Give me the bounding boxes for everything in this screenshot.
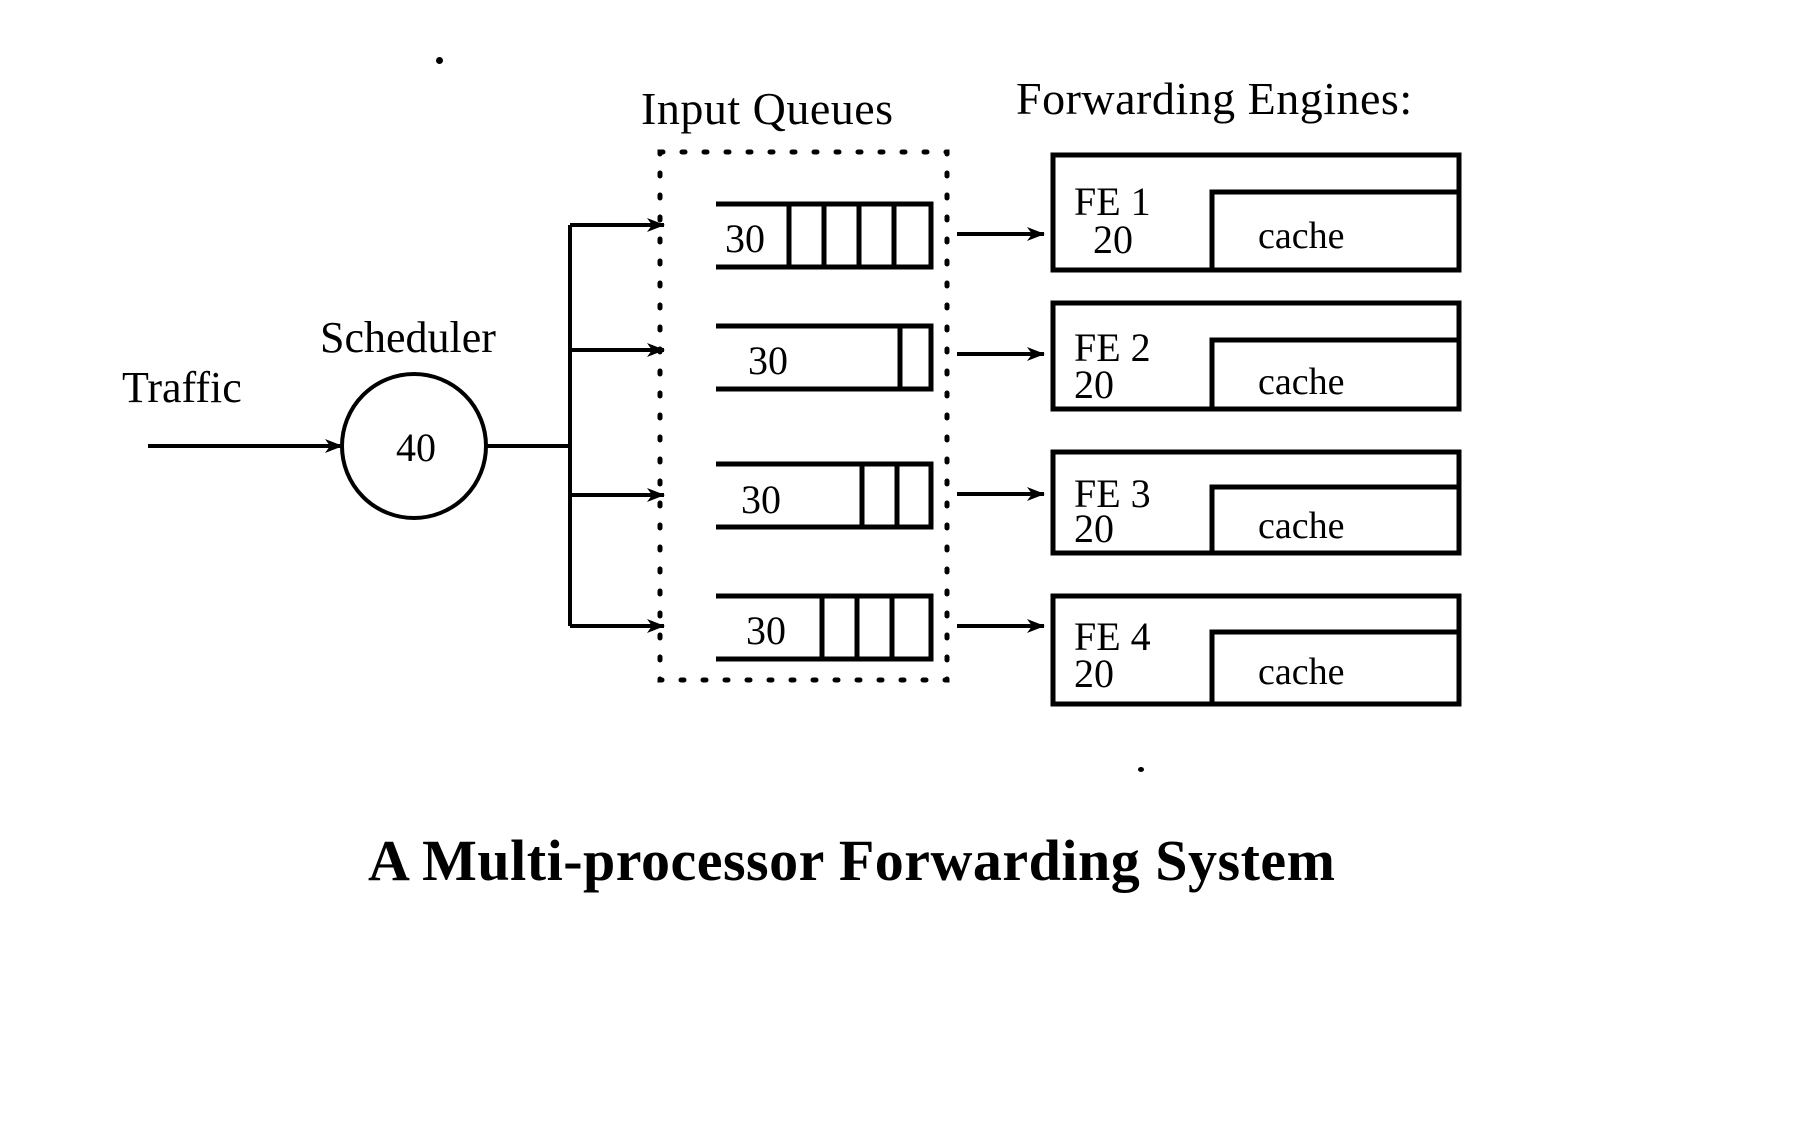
engine-3-value: 20 — [1074, 506, 1114, 551]
input-queues-heading: Input Queues — [641, 83, 894, 134]
engine-1-cache-label: cache — [1258, 215, 1345, 257]
engine-4-value: 20 — [1074, 651, 1114, 696]
traffic-label: Traffic — [122, 363, 242, 412]
engine-1-value: 20 — [1093, 217, 1133, 262]
scan-speck — [1138, 767, 1144, 772]
engine-2-cache-label: cache — [1258, 361, 1345, 403]
queue-to-engine-arrows — [957, 227, 1045, 633]
scheduler-fanout-bus — [487, 225, 572, 626]
queue-1-value: 30 — [725, 216, 765, 261]
engine-2-value: 20 — [1074, 362, 1114, 407]
figure-caption: A Multi-processor Forwarding System — [368, 828, 1336, 893]
figure-linework — [148, 149, 1462, 707]
figure-multiprocessor-forwarding-system: Input Queues Forwarding Engines: Traffic… — [0, 0, 1799, 1131]
queue-2-value: 30 — [748, 338, 788, 383]
cache-boxes — [1209, 189, 1462, 707]
queue-feed-arrows — [570, 218, 665, 633]
scheduler-value: 40 — [396, 425, 436, 470]
forwarding-engines-heading: Forwarding Engines: — [1016, 73, 1413, 124]
scan-speck — [436, 57, 443, 64]
queue-3-value: 30 — [741, 477, 781, 522]
queue-4-value: 30 — [746, 608, 786, 653]
scheduler-label: Scheduler — [320, 313, 496, 362]
engine-4-cache-label: cache — [1258, 651, 1345, 693]
input-queues-boundary — [657, 149, 950, 683]
engine-3-cache-label: cache — [1258, 505, 1345, 547]
